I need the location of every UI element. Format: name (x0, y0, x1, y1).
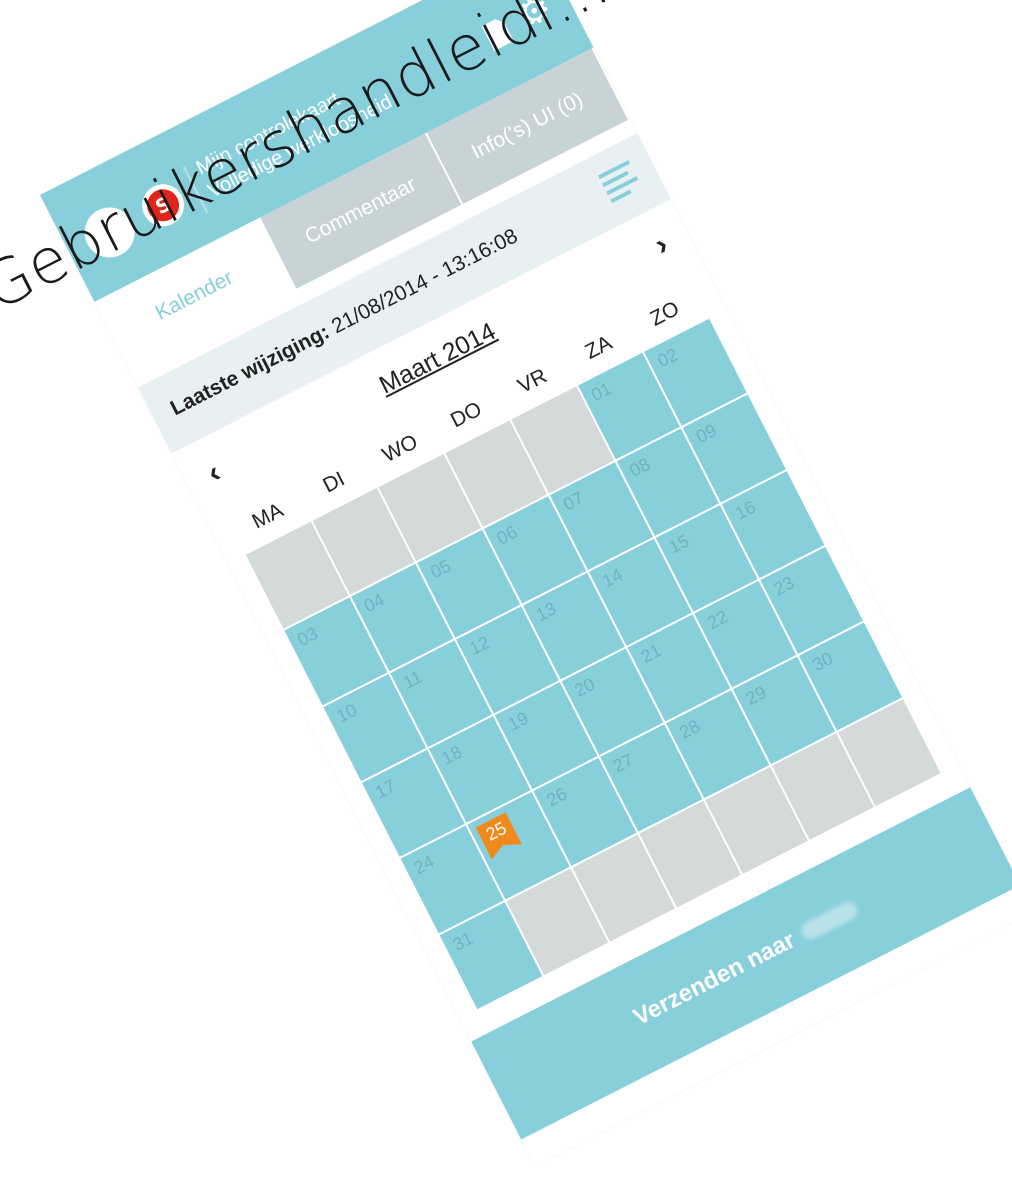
day-number: 22 (704, 606, 731, 634)
page: S Mijn controlekaart Volledige werkloosh… (0, 0, 1012, 1183)
day-number: 29 (742, 682, 770, 710)
day-number: 31 (449, 927, 477, 955)
day-number: 20 (571, 673, 599, 701)
day-number: 10 (333, 699, 361, 727)
day-flag: 25 (475, 812, 522, 860)
day-number: 05 (427, 555, 455, 583)
day-number: 12 (465, 631, 493, 659)
day-number: 11 (399, 666, 426, 693)
day-number: 06 (493, 521, 521, 549)
day-number: 08 (626, 454, 654, 482)
day-number: 17 (371, 775, 399, 803)
day-number: 03 (294, 623, 322, 651)
send-button-label: Verzenden naar (629, 926, 800, 1032)
day-number: 24 (410, 851, 438, 879)
day-number: 30 (809, 648, 837, 676)
day-number: 21 (637, 640, 665, 668)
day-number: 16 (731, 496, 759, 524)
send-button-recipient (798, 899, 861, 943)
day-number: 07 (560, 488, 588, 515)
day-number: 18 (438, 741, 466, 769)
day-number: 01 (587, 378, 615, 406)
day-number: 02 (654, 344, 682, 372)
day-number: 27 (609, 749, 637, 777)
day-number: 13 (532, 597, 560, 625)
menu-icon[interactable] (597, 160, 643, 204)
day-number: 19 (504, 707, 532, 735)
day-number: 09 (693, 420, 720, 448)
day-number: 04 (360, 589, 388, 617)
day-number: 28 (676, 716, 704, 744)
day-number: 14 (598, 564, 626, 591)
day-number: 26 (543, 783, 571, 811)
day-number: 15 (665, 530, 693, 558)
day-number: 23 (770, 572, 798, 600)
